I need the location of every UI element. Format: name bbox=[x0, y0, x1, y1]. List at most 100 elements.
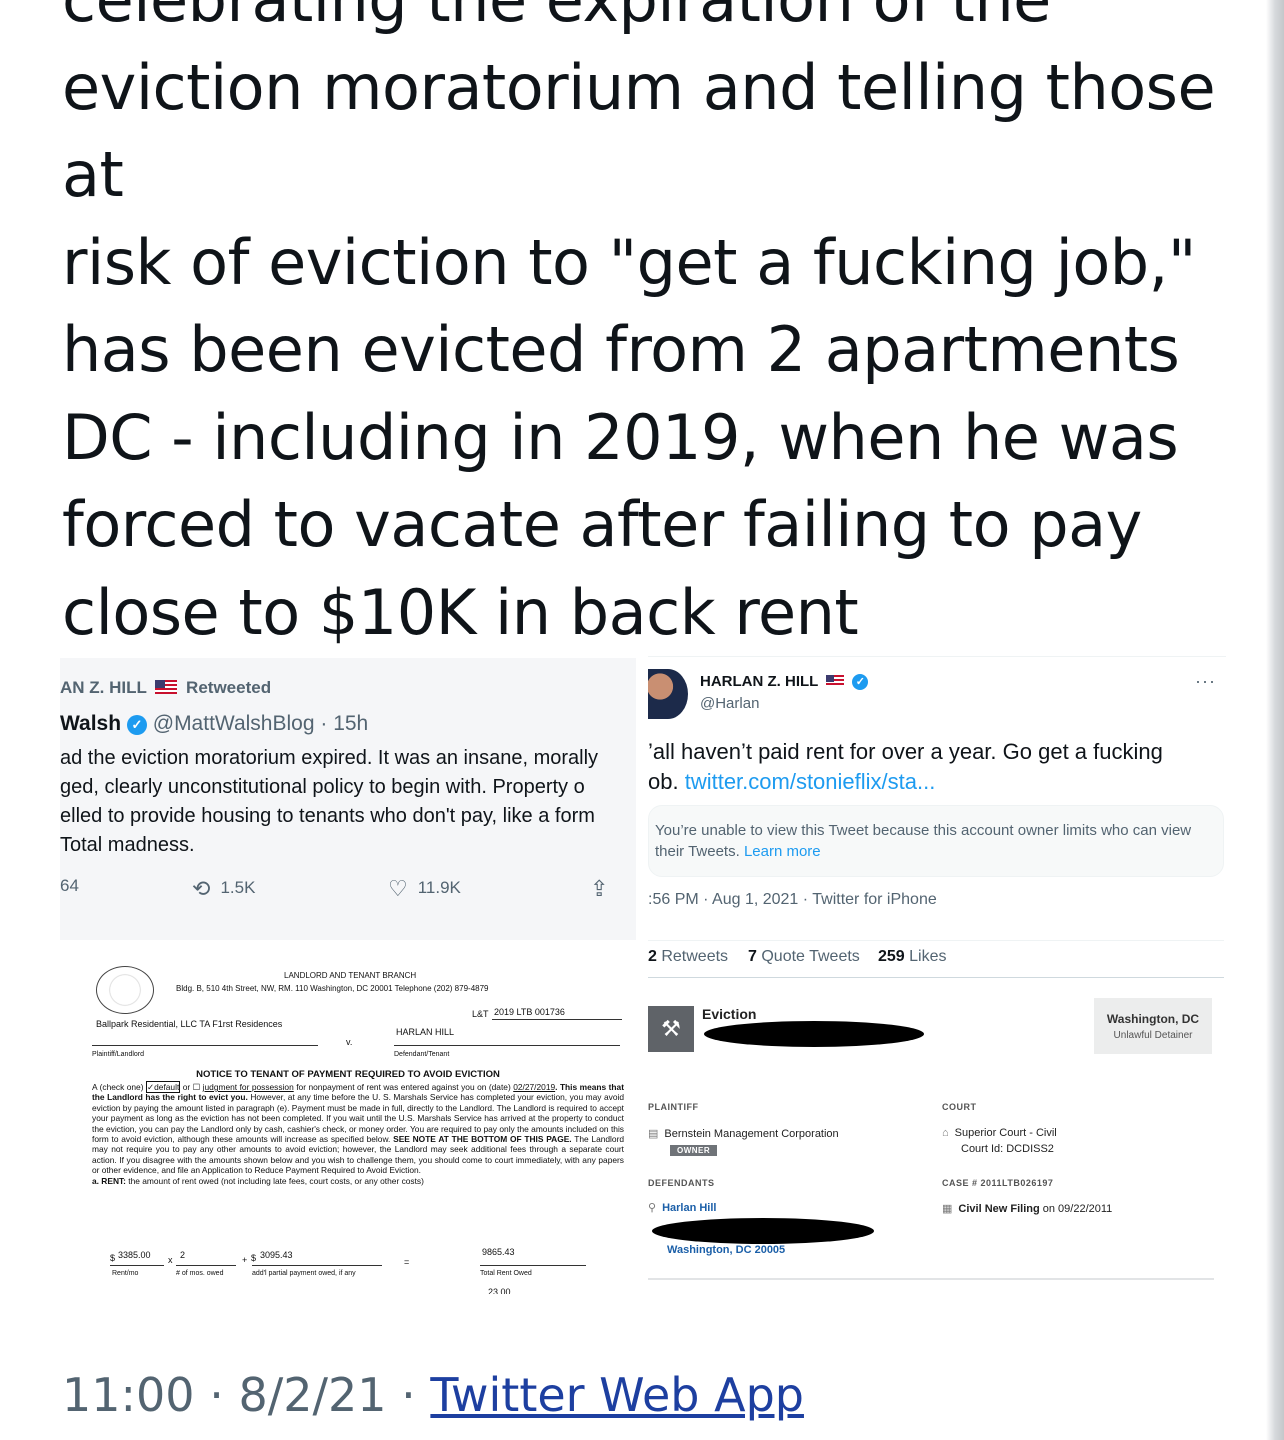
versus: v. bbox=[346, 1037, 353, 1047]
case-type: Eviction bbox=[702, 1006, 757, 1022]
gavel-icon: ⚒ bbox=[648, 1006, 694, 1052]
case-subtype: Unlawful Detainer bbox=[1113, 1030, 1193, 1041]
learn-more-link[interactable]: Learn more bbox=[744, 843, 821, 860]
defendant-address: Washington, DC 20005 bbox=[667, 1244, 786, 1256]
tweet-text-line: ob. twitter.com/stonieflix/sta... bbox=[648, 767, 1226, 797]
reply-count[interactable]: 64 bbox=[60, 876, 79, 896]
author-handle[interactable]: @MattWalshBlog bbox=[153, 712, 315, 735]
plaintiff-name: Bernstein Management Corporation bbox=[664, 1128, 839, 1140]
defendant-row[interactable]: ⚲ Harlan Hill bbox=[648, 1201, 716, 1214]
filing-row: ▦ Civil New Filing on 09/22/2011 bbox=[942, 1202, 1112, 1215]
us-flag-icon bbox=[155, 680, 178, 694]
quote-tweets-stat[interactable]: 7 Quote Tweets bbox=[748, 948, 860, 966]
months-owed-label: # of mos. owed bbox=[176, 1270, 224, 1277]
tweet-time: 11:00 bbox=[62, 1368, 195, 1422]
total-rent-label: Total Rent Owed bbox=[480, 1270, 532, 1277]
tweet-text-line: DC - including in 2019, when he was bbox=[62, 400, 1179, 474]
retweets-stat[interactable]: 2 Retweets bbox=[648, 948, 728, 966]
unavailable-message: You’re unable to view this Tweet because… bbox=[655, 820, 1195, 862]
likes-label: Likes bbox=[904, 948, 947, 965]
retweet-icon: ⟲ bbox=[192, 876, 211, 901]
retweet-header: AN Z. HILL Retweeted bbox=[60, 678, 271, 698]
like-action[interactable]: ♡ 11.9K bbox=[388, 876, 461, 902]
tweet-text-line: close to $10K in back rent bbox=[62, 575, 859, 649]
redaction-mark bbox=[704, 1021, 924, 1047]
times-sign: x bbox=[168, 1255, 173, 1265]
notice-text: SEE NOTE AT THE BOTTOM OF THIS PAGE. bbox=[393, 1134, 572, 1145]
dot-separator: · bbox=[320, 712, 328, 735]
case-location: Washington, DC bbox=[1106, 1012, 1200, 1026]
author-name[interactable]: Walsh bbox=[60, 712, 121, 735]
search-icon: ⚲ bbox=[648, 1202, 657, 1214]
rule bbox=[252, 1265, 382, 1266]
retweet-action[interactable]: ⟲ 1.5K bbox=[192, 876, 255, 902]
quoted-tweet-screenshot: HARLAN Z. HILL ✓ @Harlan ··· ’all haven’… bbox=[648, 656, 1226, 953]
court-address: Bldg. B, 510 4th Street, NW, RM. 110 Was… bbox=[176, 984, 489, 993]
tweet-text-line: risk of eviction to "get a fucking job," bbox=[62, 225, 1196, 299]
tweet-text-line: ’all haven’t paid rent for over a year. … bbox=[648, 739, 1163, 764]
rule bbox=[92, 1045, 318, 1046]
dc-seal-icon bbox=[96, 966, 154, 1014]
retweets-count: 2 bbox=[648, 948, 657, 965]
location-box: Washington, DC Unlawful Detainer bbox=[1094, 998, 1212, 1054]
us-flag-icon bbox=[826, 675, 845, 687]
equals-sign: = bbox=[404, 1257, 410, 1267]
like-count: 11.9K bbox=[417, 878, 461, 897]
defendant-link[interactable]: Harlan Hill bbox=[662, 1202, 716, 1214]
total-rent: 9865.43 bbox=[482, 1247, 515, 1257]
notice-text: A (check one) bbox=[92, 1082, 146, 1092]
partial-payment-label: add'l partial payment owed, if any bbox=[252, 1270, 356, 1277]
quotes-count: 7 bbox=[748, 948, 757, 965]
verified-badge-icon: ✓ bbox=[126, 715, 147, 735]
retweet-body-line: ad the eviction moratorium expired. It w… bbox=[60, 747, 599, 769]
notice-text: judgment for possession bbox=[202, 1082, 294, 1092]
plus-sign: + bbox=[242, 1255, 248, 1265]
tweet-date: 8/2/21 bbox=[238, 1368, 387, 1422]
unavailable-text: You’re unable to view this Tweet because… bbox=[655, 822, 1192, 860]
likes-stat[interactable]: 259 Likes bbox=[878, 948, 947, 966]
retweet-body-line: elled to provide housing to tenants who … bbox=[60, 805, 595, 827]
notice-text: for nonpayment of rent was entered again… bbox=[293, 1082, 514, 1092]
tweet-source-link[interactable]: Twitter Web App bbox=[430, 1368, 804, 1422]
rule bbox=[110, 1265, 164, 1266]
tweet-author-name[interactable]: HARLAN Z. HILL bbox=[700, 673, 818, 690]
heart-icon: ♡ bbox=[388, 876, 408, 901]
share-action[interactable]: ⇪ bbox=[590, 876, 618, 902]
more-options-icon[interactable]: ··· bbox=[1195, 671, 1216, 692]
court-row: ⌂ Superior Court - Civil bbox=[942, 1127, 1057, 1139]
defendants-label: DEFENDANTS bbox=[648, 1178, 715, 1188]
separator: · bbox=[209, 1368, 224, 1422]
share-icon: ⇪ bbox=[590, 876, 609, 901]
branch-title: LANDLORD AND TENANT BRANCH bbox=[284, 971, 417, 980]
notice-text: the amount of rent owed (not including l… bbox=[125, 1175, 424, 1186]
tweet-link[interactable]: twitter.com/stonieflix/sta... bbox=[685, 769, 936, 794]
rent-label: a. RENT: bbox=[92, 1175, 126, 1186]
case-number: CASE # 2011LTB026197 bbox=[942, 1178, 1054, 1188]
unavailable-quote-box: You’re unable to view this Tweet because… bbox=[648, 805, 1224, 877]
redaction-mark bbox=[652, 1218, 874, 1244]
dollar-sign: $ bbox=[110, 1253, 116, 1263]
avatar[interactable] bbox=[648, 669, 688, 719]
tweet-author-handle[interactable]: @Harlan bbox=[700, 695, 759, 712]
rule bbox=[492, 1019, 622, 1020]
scrollbar[interactable] bbox=[1266, 0, 1284, 1440]
likes-count: 259 bbox=[878, 948, 905, 965]
court-record-card: ⚒ Eviction Washington, DC Unlawful Detai… bbox=[648, 986, 1218, 1294]
court-costs: 23.00 bbox=[488, 1287, 511, 1294]
tweet-timestamp: :56 PM · Aug 1, 2021 · Twitter for iPhon… bbox=[648, 891, 937, 908]
reply-count-value: 64 bbox=[60, 876, 79, 895]
rule bbox=[394, 1045, 620, 1046]
owner-badge: OWNER bbox=[670, 1145, 718, 1156]
tweet-text-line: has been evicted from 2 apartments bbox=[62, 313, 1180, 386]
entry-date: 02/27/2019 bbox=[513, 1082, 556, 1092]
case-prefix: L&T bbox=[472, 1009, 489, 1019]
defendant-name: HARLAN HILL bbox=[396, 1027, 455, 1037]
tweet-author-line: HARLAN Z. HILL ✓ bbox=[700, 673, 869, 690]
tweet-stats-bar: 2 Retweets 7 Quote Tweets 259 Likes bbox=[648, 940, 1224, 978]
eviction-notice-document: LANDLORD AND TENANT BRANCH Bldg. B, 510 … bbox=[60, 958, 636, 1294]
tweet-text-line: eviction moratorium and telling those at bbox=[62, 50, 1216, 212]
retweet-body: ad the eviction moratorium expired. It w… bbox=[60, 744, 636, 860]
filing-type: Civil New Filing bbox=[958, 1203, 1040, 1215]
rule bbox=[480, 1265, 586, 1266]
tweet-footer: 11:00 · 8/2/21 · Twitter Web App bbox=[62, 1368, 804, 1422]
